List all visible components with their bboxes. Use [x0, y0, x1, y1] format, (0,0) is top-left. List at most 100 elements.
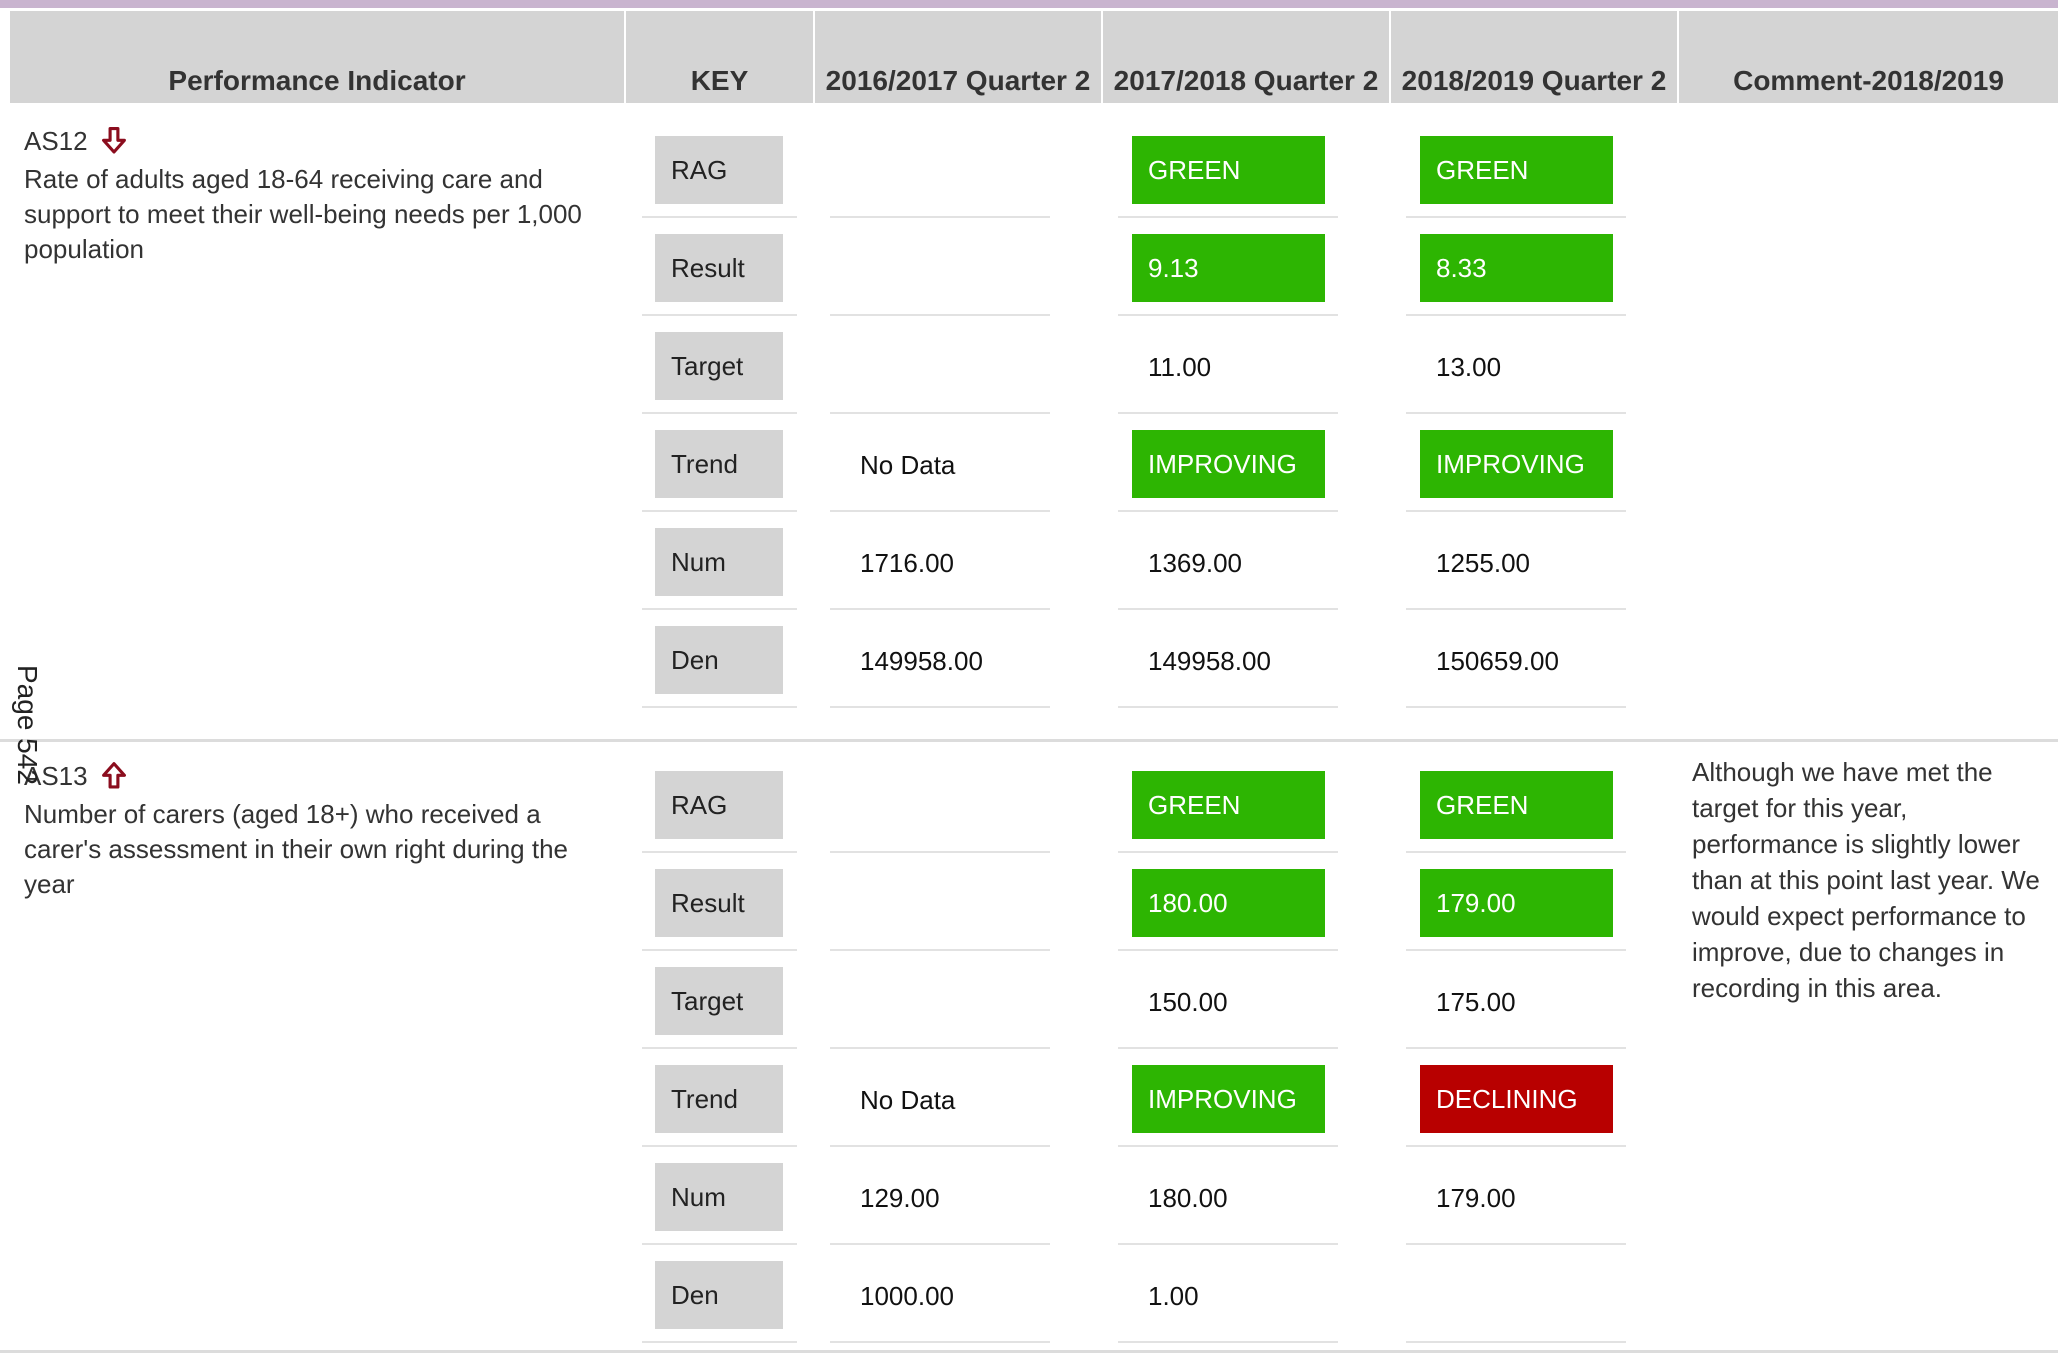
cell-divider: [830, 412, 1050, 414]
cell-divider: [642, 314, 797, 316]
arrow-down-icon: [101, 126, 127, 154]
cell-value: 129.00: [860, 1183, 940, 1213]
status-badge: 179.00: [1420, 869, 1613, 937]
comment-text: Although we have met the target for this…: [1692, 757, 2040, 1003]
status-badge: IMPROVING: [1132, 430, 1325, 498]
cell-value: 11.00: [1148, 352, 1212, 382]
status-badge: 180.00: [1132, 869, 1325, 937]
indicator-code: AS12: [24, 126, 88, 156]
cell-divider: [830, 314, 1050, 316]
key-label: Result: [655, 234, 783, 302]
status-badge: GREEN: [1420, 771, 1613, 839]
cell-value: 1000.00: [860, 1281, 954, 1311]
cell-value: No Data: [860, 450, 956, 480]
cell-divider: [642, 949, 797, 951]
cell-value: 149958.00: [1148, 646, 1271, 676]
key-label: Trend: [655, 1065, 783, 1133]
header-comment: Comment-2018/2019: [1679, 11, 2058, 103]
indicator-description: Number of carers (aged 18+) who received…: [24, 799, 568, 899]
cell-divider: [830, 949, 1050, 951]
indicator-description: Rate of adults aged 18-64 receiving care…: [24, 164, 582, 264]
key-label: Target: [655, 967, 783, 1035]
cell-divider: [1118, 1145, 1338, 1147]
cell-divider: [1118, 608, 1338, 610]
cell-divider: [642, 1145, 797, 1147]
cell-divider: [642, 1341, 797, 1343]
cell-value: 179.00: [1436, 1183, 1516, 1213]
cell-divider: [1118, 216, 1338, 218]
arrow-up-icon: [101, 761, 127, 789]
header-2016-q2: 2016/2017 Quarter 2: [815, 11, 1101, 103]
key-label: RAG: [655, 771, 783, 839]
status-badge: IMPROVING: [1132, 1065, 1325, 1133]
section-divider: [0, 1350, 2058, 1353]
cell-divider: [830, 1145, 1050, 1147]
cell-value: 1369.00: [1148, 548, 1242, 578]
cell-divider: [642, 851, 797, 853]
cell-divider: [1406, 851, 1626, 853]
status-badge: GREEN: [1132, 771, 1325, 839]
cell-divider: [642, 216, 797, 218]
cell-divider: [830, 216, 1050, 218]
cell-divider: [1118, 314, 1338, 316]
cell-divider: [1406, 949, 1626, 951]
cell-divider: [830, 706, 1050, 708]
header-performance-indicator: Performance Indicator: [10, 11, 624, 103]
cell-value: 150.00: [1148, 987, 1228, 1017]
cell-divider: [1406, 1047, 1626, 1049]
cell-divider: [1406, 1145, 1626, 1147]
key-label: Num: [655, 528, 783, 596]
top-accent-bar: [0, 0, 2058, 8]
cell-divider: [642, 510, 797, 512]
status-badge: GREEN: [1420, 136, 1613, 204]
cell-divider: [642, 1243, 797, 1245]
status-badge: 8.33: [1420, 234, 1613, 302]
cell-divider: [1118, 1341, 1338, 1343]
cell-divider: [830, 1341, 1050, 1343]
cell-value: 149958.00: [860, 646, 983, 676]
key-label: Target: [655, 332, 783, 400]
cell-divider: [1406, 706, 1626, 708]
cell-divider: [1118, 706, 1338, 708]
cell-divider: [1118, 510, 1338, 512]
cell-value: 180.00: [1148, 1183, 1228, 1213]
cell-value: No Data: [860, 1085, 956, 1115]
cell-value: 1.00: [1148, 1281, 1199, 1311]
cell-divider: [1118, 949, 1338, 951]
key-label: Den: [655, 1261, 783, 1329]
key-label: Trend: [655, 430, 783, 498]
cell-divider: [1406, 412, 1626, 414]
cell-divider: [642, 1047, 797, 1049]
status-badge: GREEN: [1132, 136, 1325, 204]
cell-value: 150659.00: [1436, 646, 1559, 676]
cell-value: 1255.00: [1436, 548, 1530, 578]
cell-value: 13.00: [1436, 352, 1502, 382]
header-key: KEY: [626, 11, 813, 103]
header-2017-q2: 2017/2018 Quarter 2: [1103, 11, 1389, 103]
header-2018-q2: 2018/2019 Quarter 2: [1391, 11, 1677, 103]
cell-divider: [1406, 216, 1626, 218]
cell-divider: [830, 510, 1050, 512]
cell-divider: [830, 608, 1050, 610]
cell-divider: [1118, 1047, 1338, 1049]
key-label: Den: [655, 626, 783, 694]
status-badge: 9.13: [1132, 234, 1325, 302]
cell-divider: [642, 706, 797, 708]
cell-divider: [830, 1243, 1050, 1245]
cell-divider: [1406, 314, 1626, 316]
cell-divider: [1118, 851, 1338, 853]
status-badge: DECLINING: [1420, 1065, 1613, 1133]
cell-divider: [830, 851, 1050, 853]
status-badge: IMPROVING: [1420, 430, 1613, 498]
cell-divider: [1406, 608, 1626, 610]
page-number-label: Page 542: [12, 665, 43, 785]
cell-divider: [642, 608, 797, 610]
cell-value: 1716.00: [860, 548, 954, 578]
cell-divider: [1118, 412, 1338, 414]
key-label: Result: [655, 869, 783, 937]
cell-divider: [1118, 1243, 1338, 1245]
cell-divider: [830, 1047, 1050, 1049]
cell-divider: [1406, 1341, 1626, 1343]
cell-value: 175.00: [1436, 987, 1516, 1017]
cell-divider: [1406, 1243, 1626, 1245]
